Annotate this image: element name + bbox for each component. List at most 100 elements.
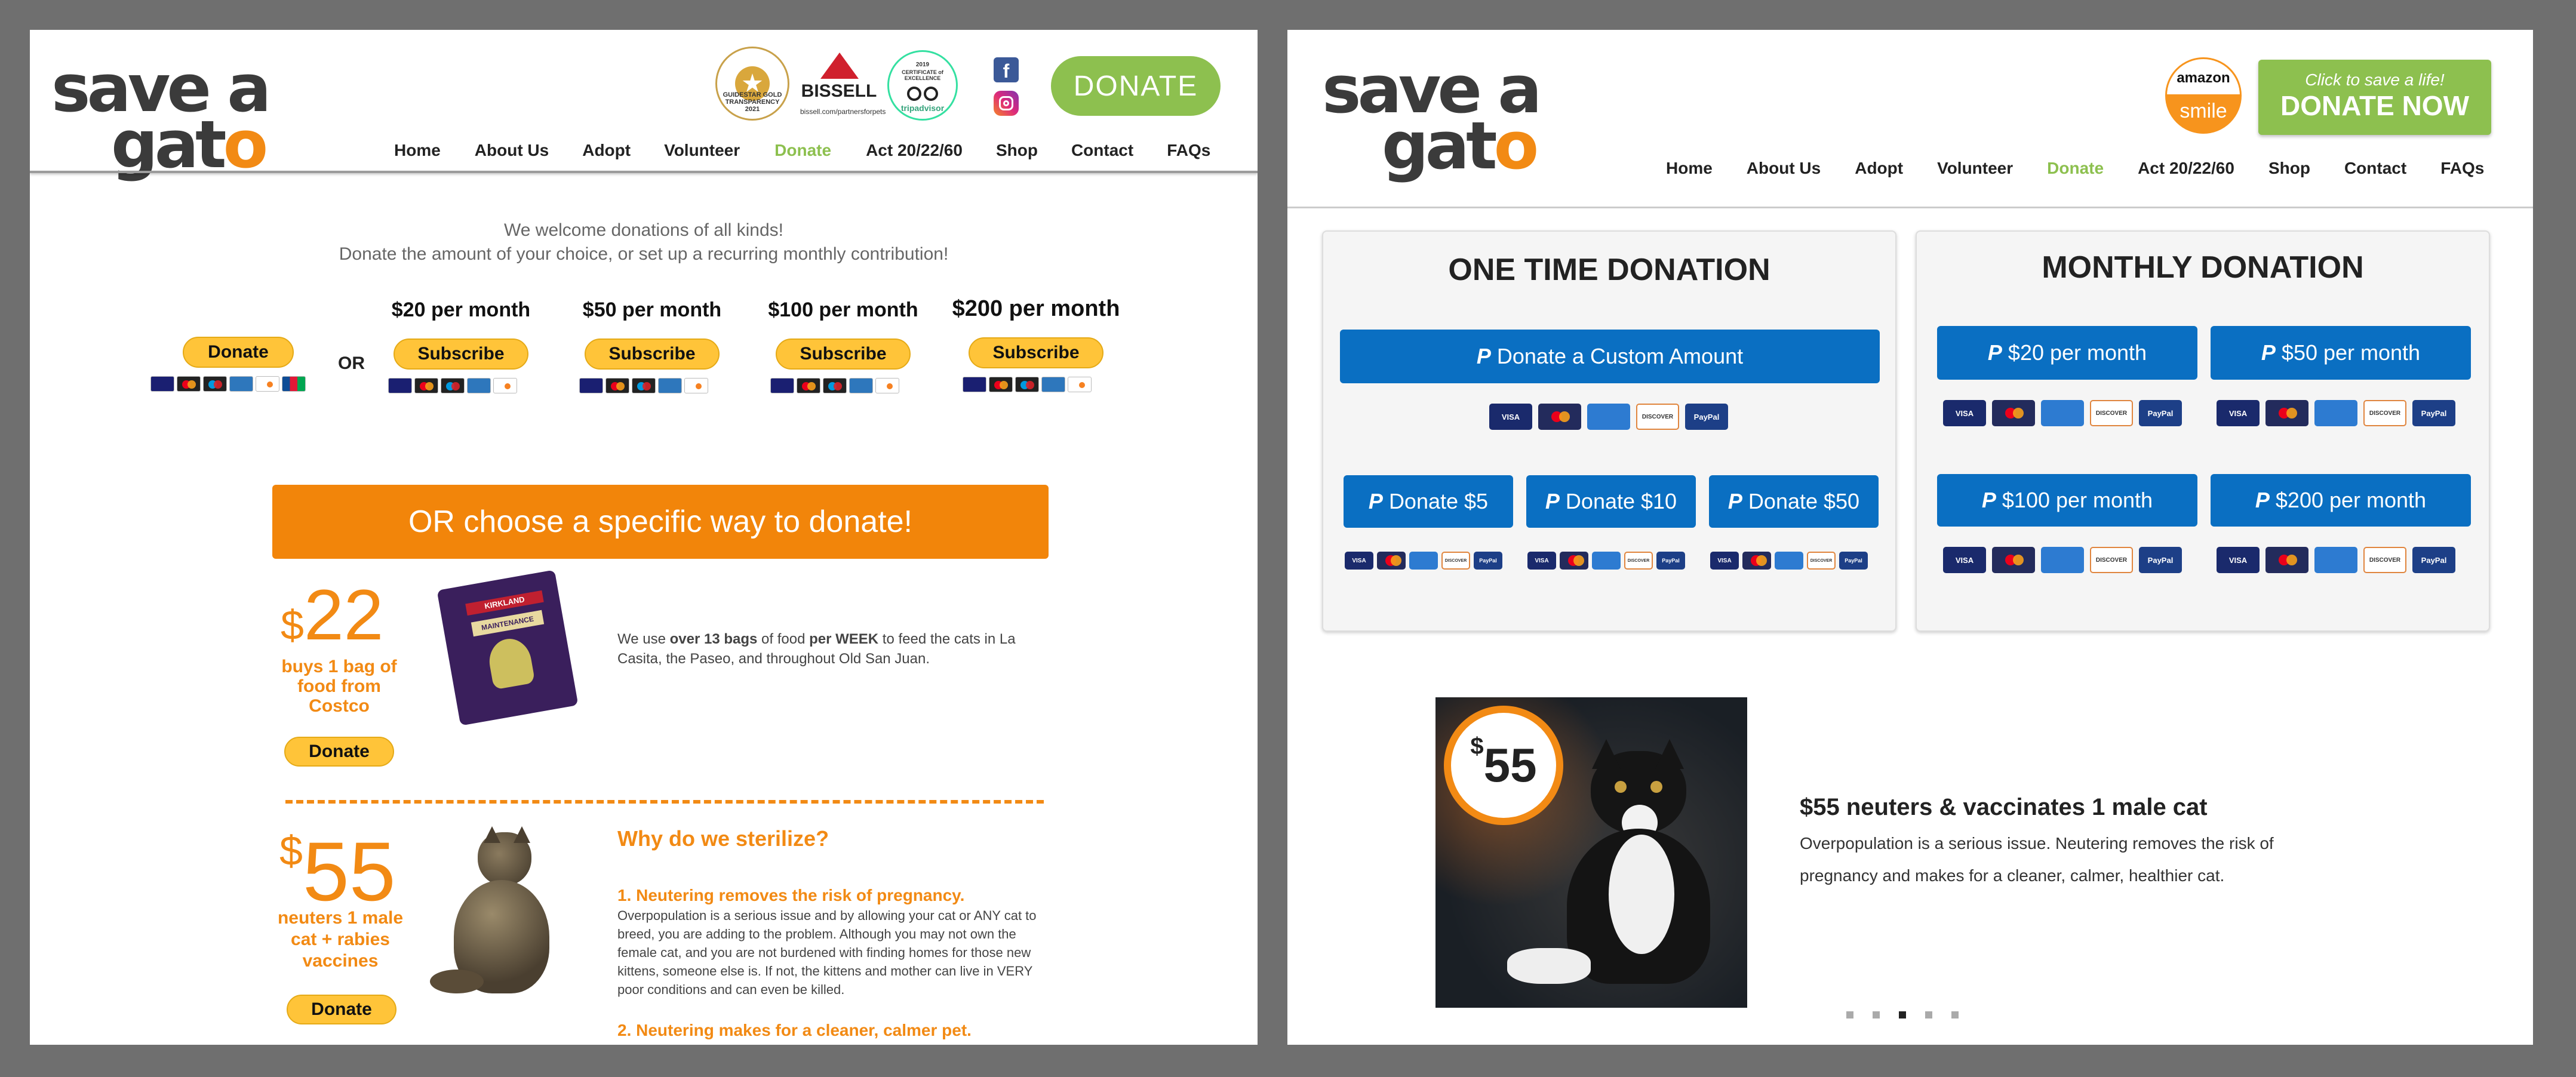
donate-5-button[interactable]: P Donate $5 [1344, 475, 1513, 528]
visa-icon [579, 378, 603, 393]
welcome-line2: Donate the amount of your choice, or set… [339, 244, 949, 264]
cta-big: DONATE NOW [2280, 90, 2469, 121]
nav-act[interactable]: Act 20/22/60 [866, 141, 963, 160]
site-logo[interactable]: save a gato [51, 56, 272, 177]
carousel-dot-3[interactable] [1899, 1011, 1906, 1018]
nav-adopt[interactable]: Adopt [582, 141, 631, 160]
amex-icon [229, 376, 253, 392]
subscribe-button[interactable]: Subscribe [776, 339, 911, 370]
point2-title: 2. Neutering makes for a cleaner, calmer… [617, 1021, 972, 1039]
nav-shop[interactable]: Shop [2268, 159, 2310, 178]
donate-now-button[interactable]: Click to save a life! DONATE NOW [2258, 60, 2491, 135]
discover-icon [875, 378, 899, 393]
payment-logos: VISA DISCOVER PayPal [2217, 547, 2455, 573]
amex-icon [1041, 377, 1065, 392]
monthly-50-button[interactable]: P $50 per month [2211, 326, 2471, 380]
tripadvisor-badge[interactable]: 2019 CERTIFICATE of EXCELLENCE tripadvis… [887, 50, 958, 121]
nav-volunteer[interactable]: Volunteer [1937, 159, 2013, 178]
carousel-dot-2[interactable] [1873, 1011, 1880, 1018]
paypal-icon: P [1476, 344, 1491, 368]
nav-home[interactable]: Home [1666, 159, 1713, 178]
maestro-icon [203, 376, 227, 392]
maestro-icon [441, 378, 465, 393]
paypal-card-icon: PayPal [1656, 552, 1685, 570]
subscribe-button[interactable]: Subscribe [394, 339, 528, 370]
amazon-smile-badge[interactable]: amazon smile [2165, 57, 2242, 134]
mastercard-icon [177, 376, 201, 392]
nav-home[interactable]: Home [394, 141, 441, 160]
discover-icon [493, 378, 517, 393]
sterilize-heading: Why do we sterilize? [617, 826, 829, 851]
left-screenshot: save a gato GUIDESTAR GOLD TRANSPARENCY … [30, 30, 1258, 1045]
donate-5-label: Donate $5 [1388, 489, 1489, 513]
nav-donate[interactable]: Donate [2047, 159, 2104, 178]
facebook-icon[interactable]: f [994, 57, 1019, 82]
main-nav: Home About Us Adopt Volunteer Donate Act… [394, 141, 1210, 160]
subscription-title: $20 per month [391, 299, 531, 321]
nav-adopt[interactable]: Adopt [1855, 159, 1903, 178]
subscribe-button[interactable]: Subscribe [969, 337, 1103, 368]
donate-header-button[interactable]: DONATE [1051, 56, 1221, 116]
nav-shop[interactable]: Shop [996, 141, 1038, 160]
mastercard-icon [2265, 400, 2308, 426]
mastercard-icon [1992, 547, 2035, 573]
site-logo[interactable]: save a gato [1322, 57, 1542, 178]
mastercard-icon [605, 378, 629, 393]
specific-way-banner[interactable]: OR choose a specific way to donate! [272, 485, 1049, 559]
visa-icon [770, 378, 794, 393]
nav-faqs[interactable]: FAQs [2440, 159, 2484, 178]
mastercard-icon [2265, 547, 2308, 573]
neuter-donate-label: Donate [287, 995, 396, 1024]
payment-logos: VISA DISCOVER PayPal [1943, 547, 2182, 573]
amex-icon [1409, 552, 1438, 570]
bissell-badge[interactable]: BISSELL bissell.com/partnersforpets [800, 53, 886, 124]
visa-icon [388, 378, 412, 393]
food-currency: $ [281, 602, 304, 648]
nav-act[interactable]: Act 20/22/60 [2138, 159, 2234, 178]
food-text-2: over 13 bags [669, 631, 758, 647]
paypal-donate-button[interactable]: Donate [183, 337, 294, 368]
payment-logos: VISA DISCOVER PayPal [1943, 400, 2182, 426]
nav-contact[interactable]: Contact [1071, 141, 1133, 160]
donate-50-button[interactable]: P Donate $50 [1709, 475, 1879, 528]
nav-about-us[interactable]: About Us [1747, 159, 1821, 178]
amex-icon [467, 378, 491, 393]
nav-faqs[interactable]: FAQs [1167, 141, 1210, 160]
monthly-200-button[interactable]: P $200 per month [2211, 474, 2471, 527]
discover-icon: DISCOVER [1636, 404, 1679, 430]
subscription-100: $100 per month Subscribe [760, 299, 927, 393]
monthly-100-label: $100 per month [2002, 488, 2153, 512]
instagram-icon[interactable] [994, 91, 1019, 116]
payment-logos: VISA DISCOVER PayPal [1489, 404, 1728, 430]
food-amount: 22 [303, 575, 384, 655]
donate-custom-label: Donate a Custom Amount [1496, 344, 1744, 368]
carousel-dot-4[interactable] [1925, 1011, 1932, 1018]
carousel-dot-1[interactable] [1846, 1011, 1853, 1018]
subscription-title: $50 per month [582, 299, 722, 321]
one-time-title: ONE TIME DONATION [1448, 253, 1770, 287]
food-donate-button[interactable]: Donate [284, 737, 394, 767]
header-divider [1287, 207, 2533, 208]
paypal-card-icon: PayPal [2139, 547, 2182, 573]
nav-about-us[interactable]: About Us [475, 141, 549, 160]
subscribe-button[interactable]: Subscribe [585, 339, 720, 370]
amex-icon [1592, 552, 1621, 570]
monthly-20-button[interactable]: P $20 per month [1937, 326, 2197, 380]
discover-icon: DISCOVER [2363, 400, 2406, 426]
carousel-dot-5[interactable] [1951, 1011, 1959, 1018]
bissell-label: BISSELL [801, 81, 877, 101]
slide-text: Overpopulation is a serious issue. Neute… [1800, 834, 2274, 885]
bissell-url: bissell.com/partnersforpets [800, 107, 886, 116]
paypal-icon: P [1727, 489, 1742, 513]
donate-custom-button[interactable]: P Donate a Custom Amount [1340, 330, 1880, 383]
mastercard-icon [797, 378, 820, 393]
price-badge: $55 [1444, 706, 1563, 825]
guidestar-badge[interactable]: GUIDESTAR GOLD TRANSPARENCY 2021 [715, 47, 789, 121]
nav-donate[interactable]: Donate [774, 141, 831, 160]
neuter-donate-button[interactable]: Donate [287, 995, 396, 1024]
nav-contact[interactable]: Contact [2344, 159, 2406, 178]
card-logos [150, 376, 306, 392]
monthly-100-button[interactable]: P $100 per month [1937, 474, 2197, 527]
nav-volunteer[interactable]: Volunteer [664, 141, 740, 160]
donate-10-button[interactable]: P Donate $10 [1526, 475, 1696, 528]
